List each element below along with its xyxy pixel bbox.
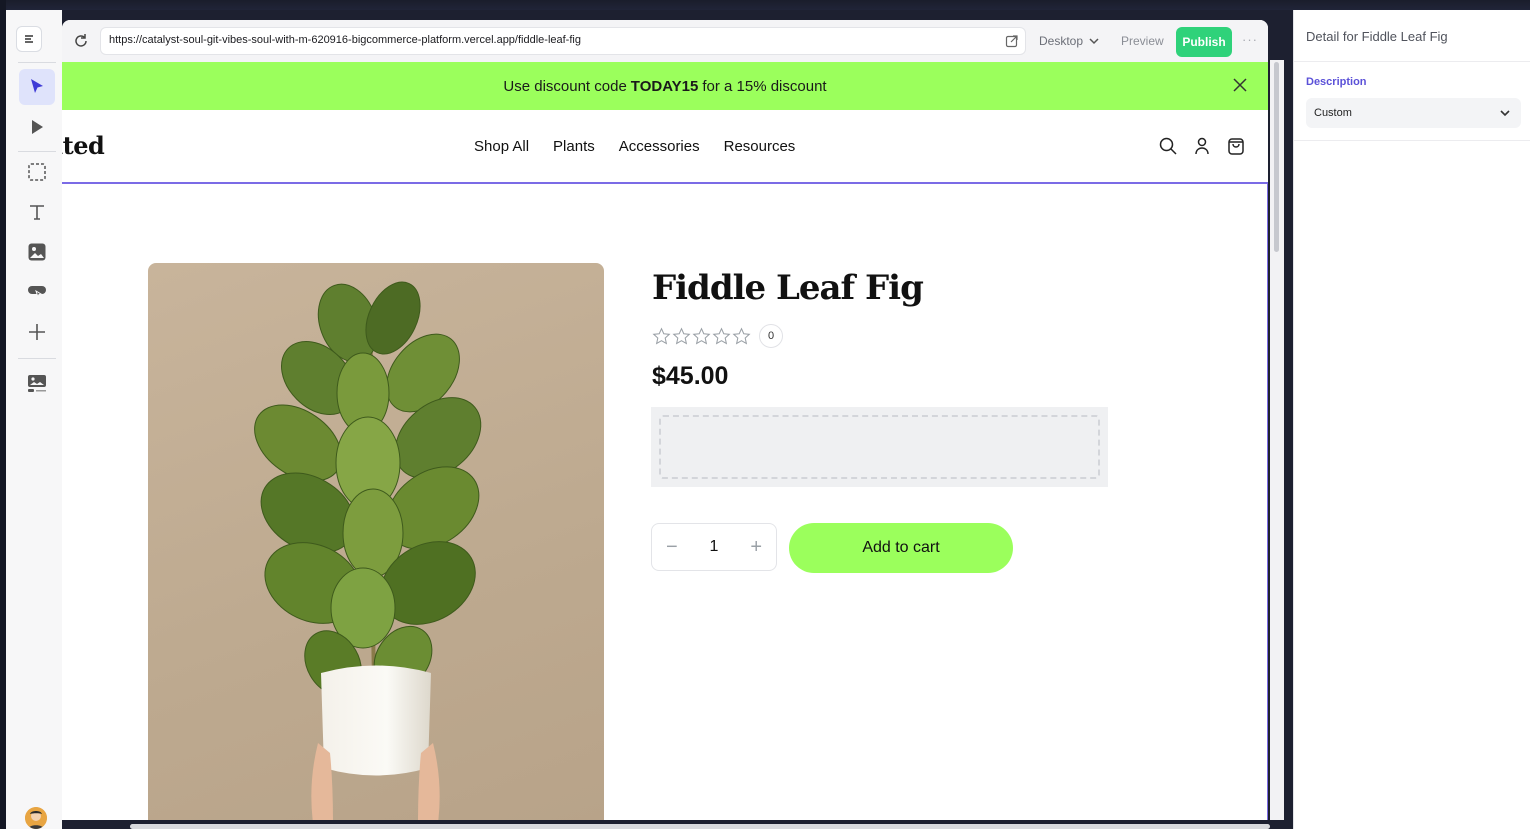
description-select[interactable]: Custom — [1306, 98, 1521, 128]
preview-button[interactable]: Preview — [1121, 34, 1164, 48]
media-tool-button[interactable] — [19, 366, 55, 402]
external-link-icon[interactable] — [1005, 34, 1019, 48]
star-icon — [732, 326, 751, 344]
star-icon — [692, 326, 711, 344]
main-nav: Shop All Plants Accessories Resources — [474, 138, 795, 155]
add-to-cart-button[interactable]: Add to cart — [789, 523, 1013, 573]
product-title: Fiddle Leaf Fig — [652, 268, 924, 308]
product-image — [148, 263, 604, 820]
close-icon[interactable] — [1232, 77, 1248, 93]
toolbar-divider — [18, 62, 56, 63]
nav-resources[interactable]: Resources — [724, 138, 796, 155]
description-placeholder[interactable] — [651, 407, 1108, 487]
editor-canvas: https://catalyst-soul-git-vibes-soul-wit… — [62, 20, 1268, 820]
rating-stars: 0 — [652, 324, 783, 348]
search-icon[interactable] — [1158, 136, 1178, 156]
scrollbar-thumb[interactable] — [1274, 62, 1279, 252]
hamburger-icon — [25, 35, 33, 43]
avatar-face-icon — [25, 807, 47, 829]
menu-button[interactable] — [16, 26, 42, 52]
account-icon[interactable] — [1192, 136, 1212, 156]
chevron-down-icon — [1089, 38, 1099, 45]
increment-button[interactable]: + — [750, 536, 762, 559]
selection-outline — [1267, 182, 1268, 820]
review-count: 0 — [759, 324, 783, 348]
product-price: $45.00 — [652, 362, 729, 390]
fiddle-leaf-fig-illustration — [254, 281, 482, 820]
decrement-button[interactable]: − — [666, 536, 678, 559]
panel-divider — [1294, 140, 1530, 141]
window-top-bar — [0, 0, 1530, 10]
device-selector[interactable]: Desktop — [1039, 34, 1099, 48]
device-label: Desktop — [1039, 34, 1084, 48]
add-tool-button[interactable] — [19, 314, 55, 350]
cursor-icon — [31, 79, 43, 93]
publish-button[interactable]: Publish — [1176, 27, 1232, 57]
browser-bar: https://catalyst-soul-git-vibes-soul-wit… — [62, 20, 1268, 63]
url-text: https://catalyst-soul-git-vibes-soul-wit… — [109, 34, 581, 46]
marquee-tool-button[interactable] — [19, 154, 55, 190]
detail-panel: Detail for Fiddle Leaf Fig Description C… — [1293, 10, 1530, 829]
description-value: Custom — [1314, 107, 1352, 119]
cart-icon[interactable] — [1226, 136, 1246, 156]
component-tool-button[interactable] — [19, 274, 55, 310]
select-tool-button[interactable] — [19, 69, 55, 105]
text-icon — [30, 205, 44, 220]
text-tool-button[interactable] — [19, 194, 55, 230]
chevron-down-icon — [1500, 110, 1510, 117]
banner-suffix: for a 15% discount — [702, 77, 827, 95]
nav-shop-all[interactable]: Shop All — [474, 138, 529, 155]
more-options-button[interactable]: ··· — [1242, 32, 1258, 47]
play-tool-button[interactable] — [19, 109, 55, 145]
image-tool-button[interactable] — [19, 234, 55, 270]
discount-banner: Use discount code TODAY15 for a 15% disc… — [62, 62, 1268, 110]
media-library-icon — [28, 375, 46, 392]
plus-icon — [29, 324, 45, 340]
discount-code: TODAY15 — [630, 77, 699, 95]
reload-button[interactable] — [70, 30, 92, 52]
toolbar-divider — [18, 151, 56, 152]
horizontal-scrollbar[interactable] — [130, 824, 1270, 829]
play-icon — [32, 120, 43, 134]
drop-zone — [659, 415, 1100, 479]
banner-prefix: Use discount code — [503, 77, 627, 95]
left-toolbar — [6, 10, 62, 829]
star-icon — [652, 326, 671, 344]
marquee-icon — [28, 163, 46, 181]
quantity-value[interactable]: 1 — [710, 538, 719, 556]
site-logo[interactable]: ited — [62, 131, 105, 160]
panel-title: Detail for Fiddle Leaf Fig — [1294, 10, 1530, 62]
header-actions — [1158, 136, 1246, 156]
url-field[interactable]: https://catalyst-soul-git-vibes-soul-wit… — [100, 27, 1026, 55]
toolbar-divider — [18, 358, 56, 359]
star-icon — [672, 326, 691, 344]
app-window: https://catalyst-soul-git-vibes-soul-wit… — [0, 0, 1530, 829]
nav-plants[interactable]: Plants — [553, 138, 595, 155]
site-header: ited Shop All Plants Accessories Resourc… — [62, 110, 1268, 184]
component-pointer-icon — [28, 286, 46, 299]
image-icon — [28, 243, 46, 261]
canvas-scrollbar[interactable] — [1270, 60, 1284, 820]
star-icon — [712, 326, 731, 344]
quantity-stepper: − 1 + — [651, 523, 777, 571]
description-label: Description — [1306, 76, 1367, 88]
user-avatar[interactable] — [25, 807, 47, 829]
nav-accessories[interactable]: Accessories — [619, 138, 700, 155]
reload-icon — [75, 34, 87, 47]
